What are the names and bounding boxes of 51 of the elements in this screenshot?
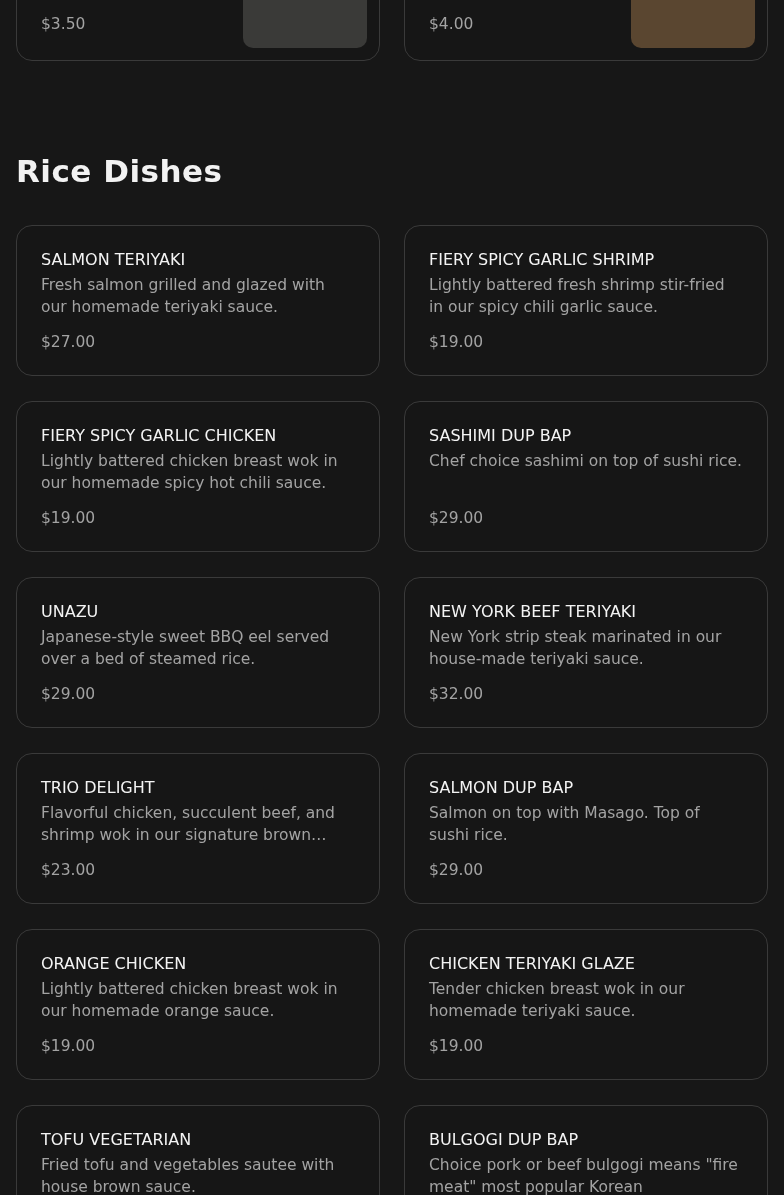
dish-name: UNAZU <box>41 601 100 623</box>
menu-card[interactable]: ORANGE CHICKEN Lightly battered chicken breast wok in our homemade orange sauce. $19.00 <box>16 929 380 1080</box>
menu-card[interactable]: TOFU VEGETARIAN Fried tofu and vegetables sautee with house brown sauce. <box>16 1105 380 1195</box>
dish-description: Lightly battered fresh shrimp stir-fried in our spicy chili garlic sauce. <box>429 275 726 318</box>
dish-description: Lightly battered chicken breast wok in our homemade orange sauce. <box>41 979 339 1022</box>
price: $19.00 <box>429 1036 485 1057</box>
dish-name: CHICKEN TERIYAKI GLAZE <box>429 953 636 975</box>
dish-name: SALMON TERIYAKI <box>41 249 187 271</box>
dish-description: Chef choice sashimi on top of sushi rice. <box>429 451 743 472</box>
dish-description: New York strip steak marinated in our house-made teriyaki sauce. <box>429 627 723 670</box>
menu-card[interactable]: SALMON TERIYAKI Fresh salmon grilled and glazed with our homemade teriyaki sauce. $27.00 <box>16 225 380 376</box>
dish-name: ORANGE CHICKEN <box>41 953 188 975</box>
dish-name: SASHIMI DUP BAP <box>429 425 573 447</box>
dish-name: BULGOGI DUP BAP <box>429 1129 580 1151</box>
menu-card[interactable]: $4.00 <box>404 0 768 61</box>
dish-name: TRIO DELIGHT <box>41 777 156 799</box>
price: $19.00 <box>41 508 97 529</box>
menu-card[interactable]: FIERY SPICY GARLIC SHRIMP Lightly battered fresh shrimp stir-fried in our spicy chili garlic sauce. $19.00 <box>404 225 768 376</box>
price: $29.00 <box>429 508 485 529</box>
price: $27.00 <box>41 332 97 353</box>
dish-name: TOFU VEGETARIAN <box>41 1129 193 1151</box>
dish-description: Fried tofu and vegetables sautee with house brown sauce. <box>41 1155 336 1195</box>
menu-card[interactable]: NEW YORK BEEF TERIYAKI New York strip steak marinated in our house-made teriyaki sauce. $32.00 <box>404 577 768 728</box>
menu-card[interactable]: CHICKEN TERIYAKI GLAZE Tender chicken breast wok in our homemade teriyaki sauce. $19.00 <box>404 929 768 1080</box>
price: $3.50 <box>41 14 86 35</box>
price: $29.00 <box>41 684 97 705</box>
menu-card[interactable]: SALMON DUP BAP Salmon on top with Masago. Top of sushi rice. $29.00 <box>404 753 768 904</box>
dish-name: SALMON DUP BAP <box>429 777 575 799</box>
menu-card[interactable]: FIERY SPICY GARLIC CHICKEN Lightly battered chicken breast wok in our homemade spicy hot chili sauce. $19.00 <box>16 401 380 552</box>
menu-card[interactable]: BULGOGI DUP BAP Choice pork or beef bulgogi means "fire meat" most popular Korean <box>404 1105 768 1195</box>
section-title: Rice Dishes <box>16 152 223 191</box>
price: $29.00 <box>429 860 485 881</box>
dish-description: Salmon on top with Masago. Top of sushi rice. <box>429 803 701 846</box>
dish-name: FIERY SPICY GARLIC CHICKEN <box>41 425 278 447</box>
price: $19.00 <box>41 1036 97 1057</box>
menu-card[interactable]: UNAZU Japanese-style sweet BBQ eel served over a bed of steamed rice. $29.00 <box>16 577 380 728</box>
price: $32.00 <box>429 684 485 705</box>
menu-card[interactable]: SASHIMI DUP BAP Chef choice sashimi on top of sushi rice. $29.00 <box>404 401 768 552</box>
dish-description: Fresh salmon grilled and glazed with our homemade teriyaki sauce. <box>41 275 326 318</box>
menu-card[interactable]: TRIO DELIGHT Flavorful chicken, succulent beef, and shrimp wok in our signature brown… $23.00 <box>16 753 380 904</box>
menu-card[interactable]: $3.50 <box>16 0 380 61</box>
dish-name: FIERY SPICY GARLIC SHRIMP <box>429 249 656 271</box>
price: $4.00 <box>429 14 474 35</box>
price: $19.00 <box>429 332 485 353</box>
dish-description: Flavorful chicken, succulent beef, and shrimp wok in our signature brown… <box>41 803 336 846</box>
dish-description: Choice pork or beef bulgogi means "fire meat" most popular Korean <box>429 1155 739 1195</box>
dish-description: Japanese-style sweet BBQ eel served over a bed of steamed rice. <box>41 627 331 670</box>
dish-description: Tender chicken breast wok in our homemade teriyaki sauce. <box>429 979 686 1022</box>
dish-name: NEW YORK BEEF TERIYAKI <box>429 601 638 623</box>
dish-description: Lightly battered chicken breast wok in our homemade spicy hot chili sauce. <box>41 451 339 494</box>
price: $23.00 <box>41 860 97 881</box>
